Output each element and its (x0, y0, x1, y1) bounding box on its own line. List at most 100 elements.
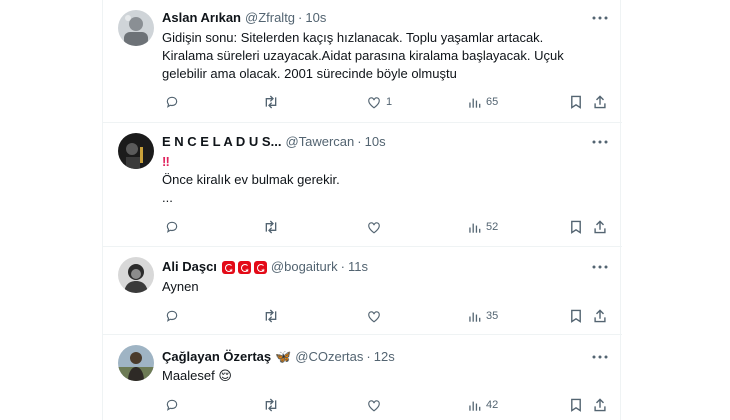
bookmark-button[interactable] (570, 93, 582, 111)
double-exclamation-emoji: ‼ (162, 154, 170, 169)
bookmark-icon (571, 220, 581, 234)
tweet-text: Maalesef 😌 (162, 367, 607, 385)
author-handle[interactable]: @Tawercan (285, 133, 354, 151)
reply-button[interactable] (165, 396, 179, 414)
retweet-icon (265, 220, 277, 234)
retweet-icon (265, 309, 277, 323)
more-button[interactable] (590, 133, 610, 151)
tweet-header: Ali Daşcı @bogaiturk · 11s (162, 258, 368, 280)
share-icon (594, 220, 606, 234)
more-button[interactable] (590, 258, 610, 276)
tweet[interactable]: Aslan Arıkan @Zfraltg · 10s Gidişin sonu… (103, 0, 622, 123)
reply-icon (166, 399, 178, 411)
bookmark-icon (571, 95, 581, 109)
more-button[interactable] (590, 9, 610, 27)
like-icon (368, 399, 380, 411)
tweet-header: Aslan Arıkan @Zfraltg · 10s (162, 9, 326, 27)
avatar[interactable] (118, 10, 154, 46)
avatar[interactable] (118, 345, 154, 381)
views-count: 65 (486, 96, 499, 108)
retweet-button[interactable] (263, 218, 279, 236)
share-icon (594, 309, 606, 323)
views-button[interactable]: 52 (468, 218, 498, 236)
retweet-button[interactable] (263, 396, 279, 414)
tweet-actions: 52 (162, 218, 607, 236)
share-icon (594, 95, 606, 109)
timestamp[interactable]: 10s (305, 9, 326, 27)
share-button[interactable] (593, 307, 607, 325)
views-icon (469, 223, 481, 233)
like-icon (368, 221, 380, 233)
tweet-text: Gidişin sonu: Sitelerden kaçış hızlanaca… (162, 29, 607, 83)
tweet-actions: 1 65 (162, 93, 607, 111)
like-icon (368, 310, 380, 322)
like-count: 1 (386, 96, 393, 108)
retweet-button[interactable] (263, 93, 279, 111)
timestamp[interactable]: 12s (374, 348, 395, 366)
tweet-text-line: Maalesef 😌 (162, 368, 232, 383)
avatar[interactable] (118, 133, 154, 169)
separator-dot: · (298, 10, 303, 25)
avatar[interactable] (118, 257, 154, 293)
author-handle[interactable]: @Zfraltg (245, 9, 295, 27)
author-name[interactable]: Çağlayan Özertaş (162, 348, 271, 366)
separator-dot: · (340, 259, 345, 274)
views-button[interactable]: 35 (468, 307, 498, 325)
turkey-flag-icon (237, 260, 251, 280)
tweet-text-line: Kiralama süreleri uzayacak.Aidat parasın… (162, 48, 564, 63)
bookmark-button[interactable] (570, 396, 582, 414)
like-button[interactable] (367, 218, 381, 236)
views-icon (469, 98, 481, 108)
views-button[interactable]: 65 (468, 93, 498, 111)
retweet-icon (265, 95, 277, 109)
views-icon (469, 312, 481, 322)
views-button[interactable]: 42 (468, 396, 498, 414)
tweet[interactable]: Ali Daşcı @bogaiturk · 11s Aynen (103, 247, 622, 335)
tweet-actions: 35 (162, 307, 607, 325)
author-handle[interactable]: @COzertas (295, 348, 363, 366)
share-button[interactable] (593, 93, 607, 111)
views-count: 35 (486, 310, 499, 322)
share-button[interactable] (593, 218, 607, 236)
like-button[interactable] (367, 307, 381, 325)
tweet-header: Çağlayan Özertaş 🦋 @COzertas · 12s (162, 348, 395, 366)
tweet[interactable]: Çağlayan Özertaş 🦋 @COzertas · 12s Maale… (103, 335, 622, 420)
tweet-text-line: Aynen (162, 279, 199, 294)
turkey-flag-icon (221, 260, 235, 280)
more-button[interactable] (590, 348, 610, 366)
views-icon (469, 401, 481, 411)
more-icon (592, 140, 608, 144)
bookmark-button[interactable] (570, 307, 582, 325)
tweet-text-line: ... (162, 190, 173, 205)
share-button[interactable] (593, 396, 607, 414)
timeline: Aslan Arıkan @Zfraltg · 10s Gidişin sonu… (102, 0, 622, 420)
reply-button[interactable] (165, 218, 179, 236)
timestamp[interactable]: 10s (365, 133, 386, 151)
like-button[interactable]: 1 (367, 93, 392, 111)
more-icon (592, 355, 608, 359)
like-button[interactable] (367, 396, 381, 414)
author-name[interactable]: Aslan Arıkan (162, 9, 241, 27)
author-name[interactable]: Ali Daşcı (162, 258, 217, 276)
separator-dot: · (357, 134, 362, 149)
reply-icon (166, 310, 178, 322)
share-icon (594, 398, 606, 412)
author-handle[interactable]: @bogaiturk (271, 258, 338, 276)
tweet-header: E N C E L A D U S... @Tawercan · 10s (162, 133, 386, 151)
tweet-text-line: gelebilir ama olacak. 2001 sürecinde böy… (162, 66, 457, 81)
timestamp[interactable]: 11s (348, 258, 368, 276)
bookmark-button[interactable] (570, 218, 582, 236)
reply-icon (166, 96, 178, 108)
like-icon (368, 96, 380, 108)
more-icon (592, 16, 608, 20)
bookmark-icon (571, 398, 581, 412)
bookmark-icon (571, 309, 581, 323)
butterfly-icon: 🦋 (275, 349, 292, 364)
author-name[interactable]: E N C E L A D U S... (162, 133, 281, 151)
reply-button[interactable] (165, 93, 179, 111)
tweet[interactable]: E N C E L A D U S... @Tawercan · 10s ‼ Ö… (103, 123, 622, 247)
retweet-icon (265, 398, 277, 412)
reply-button[interactable] (165, 307, 179, 325)
retweet-button[interactable] (263, 307, 279, 325)
separator-dot: · (366, 349, 371, 364)
